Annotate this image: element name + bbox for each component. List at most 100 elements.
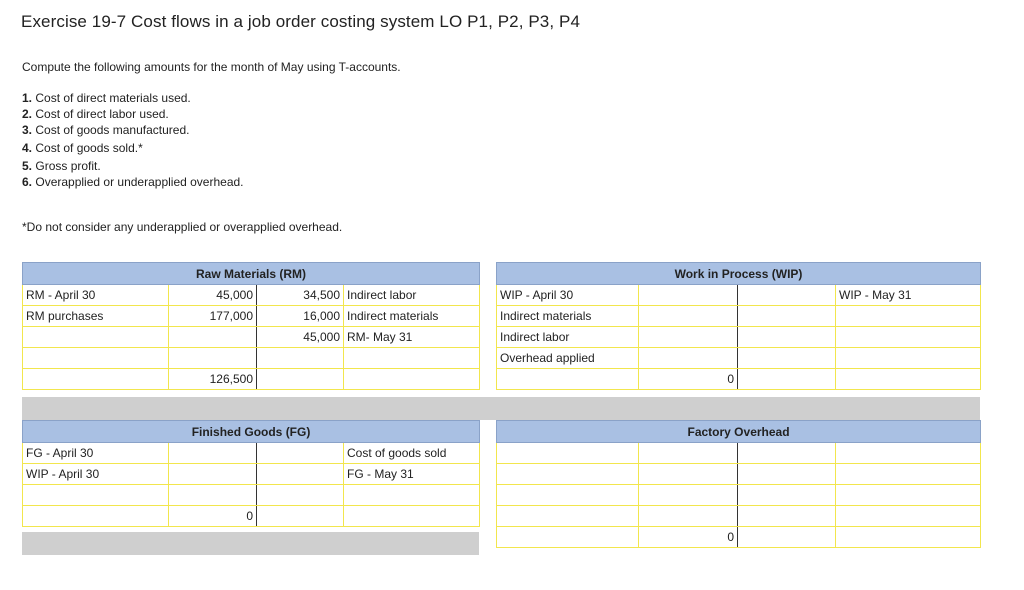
left-label-input[interactable] — [496, 442, 639, 464]
question-list: 1. Cost of direct materials used. 2. Cos… — [22, 90, 244, 190]
total-row: 0 — [496, 368, 981, 390]
left-label-input[interactable]: FG - April 30 — [22, 442, 169, 464]
right-label-input[interactable]: WIP - May 31 — [835, 284, 981, 306]
right-label-input[interactable]: Cost of goods sold — [342, 442, 481, 464]
debit-total: 0 — [168, 505, 257, 527]
right-label-input[interactable] — [342, 347, 481, 369]
right-label-input[interactable]: Indirect materials — [342, 305, 481, 327]
debit-input[interactable] — [168, 347, 257, 369]
debit-input[interactable]: 177,000 — [168, 305, 257, 327]
credit-input[interactable] — [256, 463, 344, 485]
debit-input[interactable] — [168, 326, 257, 348]
account-title: Raw Materials (RM) — [21, 262, 481, 285]
empty-cell — [22, 505, 169, 527]
credit-input[interactable] — [737, 284, 836, 306]
debit-input[interactable] — [638, 284, 738, 306]
question-item: 6. Overapplied or underapplied overhead. — [22, 175, 244, 189]
credit-total — [737, 368, 836, 390]
credit-input[interactable] — [737, 463, 836, 485]
empty-cell — [22, 368, 169, 390]
debit-input[interactable] — [638, 326, 738, 348]
right-label-input[interactable] — [834, 442, 982, 464]
table-row: Indirect labor — [496, 326, 981, 348]
credit-total — [737, 526, 836, 548]
credit-input[interactable] — [737, 442, 836, 464]
credit-input[interactable]: 16,000 — [256, 305, 344, 327]
right-label-input[interactable]: RM- May 31 — [342, 326, 481, 348]
table-row — [496, 505, 982, 527]
table-row: 45,000 RM- May 31 — [22, 326, 481, 348]
t-account-work-in-process: Work in Process (WIP) WIP - April 30 WIP… — [496, 262, 981, 390]
left-label-input[interactable] — [22, 484, 169, 506]
t-account-raw-materials: Raw Materials (RM) RM - April 30 45,000 … — [21, 262, 481, 390]
right-label-input[interactable] — [834, 505, 982, 527]
right-label-input[interactable] — [835, 347, 981, 369]
left-label-input[interactable] — [22, 326, 169, 348]
credit-input[interactable] — [256, 442, 344, 464]
question-item: 3. Cost of goods manufactured. — [22, 123, 190, 137]
credit-input[interactable] — [737, 347, 836, 369]
left-label-input[interactable]: RM - April 30 — [22, 284, 169, 306]
debit-input[interactable] — [168, 484, 257, 506]
credit-input[interactable] — [256, 484, 344, 506]
question-item: 1. Cost of direct materials used. — [22, 91, 191, 105]
debit-input[interactable] — [638, 505, 738, 527]
left-label-input[interactable]: WIP - April 30 — [22, 463, 169, 485]
table-row — [496, 442, 982, 464]
left-label-input[interactable] — [496, 484, 639, 506]
table-row: RM purchases 177,000 16,000 Indirect mat… — [22, 305, 481, 327]
debit-total: 0 — [638, 526, 738, 548]
debit-input[interactable] — [638, 347, 738, 369]
debit-total: 126,500 — [168, 368, 257, 390]
credit-input[interactable] — [737, 305, 836, 327]
credit-total — [256, 505, 344, 527]
account-title: Work in Process (WIP) — [496, 262, 981, 285]
page-title: Exercise 19-7 Cost flows in a job order … — [21, 12, 581, 31]
right-label-input[interactable] — [835, 305, 981, 327]
credit-input[interactable] — [256, 347, 344, 369]
left-label-input[interactable]: WIP - April 30 — [496, 284, 639, 306]
right-label-input[interactable]: Indirect labor — [342, 284, 481, 306]
left-label-input[interactable] — [496, 505, 639, 527]
left-label-input[interactable] — [22, 347, 169, 369]
left-label-input[interactable]: Indirect labor — [496, 326, 639, 348]
right-label-input[interactable] — [835, 326, 981, 348]
credit-input[interactable]: 34,500 — [256, 284, 344, 306]
right-label-input[interactable] — [834, 484, 982, 506]
table-row: WIP - April 30 WIP - May 31 — [496, 284, 981, 306]
table-row — [496, 484, 982, 506]
table-row: FG - April 30 Cost of goods sold — [22, 442, 481, 464]
total-row: 0 — [496, 526, 982, 548]
debit-input[interactable]: 45,000 — [168, 284, 257, 306]
empty-cell — [496, 526, 639, 548]
footnote: *Do not consider any underapplied or ove… — [22, 220, 343, 234]
credit-input[interactable] — [737, 505, 836, 527]
table-row — [496, 463, 982, 485]
table-row: Overhead applied — [496, 347, 981, 369]
credit-total — [256, 368, 344, 390]
account-title: Finished Goods (FG) — [21, 420, 481, 443]
debit-input[interactable] — [638, 442, 738, 464]
debit-input[interactable] — [638, 463, 738, 485]
left-label-input[interactable]: Overhead applied — [496, 347, 639, 369]
debit-input[interactable] — [638, 305, 738, 327]
left-label-input[interactable] — [496, 463, 639, 485]
left-label-input[interactable]: Indirect materials — [496, 305, 639, 327]
right-label-input[interactable] — [342, 484, 481, 506]
right-label-input[interactable] — [834, 463, 982, 485]
credit-input[interactable]: 45,000 — [256, 326, 344, 348]
debit-input[interactable] — [168, 463, 257, 485]
table-row: WIP - April 30 FG - May 31 — [22, 463, 481, 485]
table-row — [22, 484, 481, 506]
left-label-input[interactable]: RM purchases — [22, 305, 169, 327]
empty-cell — [496, 368, 639, 390]
debit-input[interactable] — [638, 484, 738, 506]
right-label-input[interactable]: FG - May 31 — [342, 463, 481, 485]
table-row: RM - April 30 45,000 34,500 Indirect lab… — [22, 284, 481, 306]
table-row — [22, 347, 481, 369]
credit-input[interactable] — [737, 326, 836, 348]
credit-input[interactable] — [737, 484, 836, 506]
empty-cell — [835, 368, 981, 390]
question-item: 2. Cost of direct labor used. — [22, 107, 169, 121]
debit-input[interactable] — [168, 442, 257, 464]
